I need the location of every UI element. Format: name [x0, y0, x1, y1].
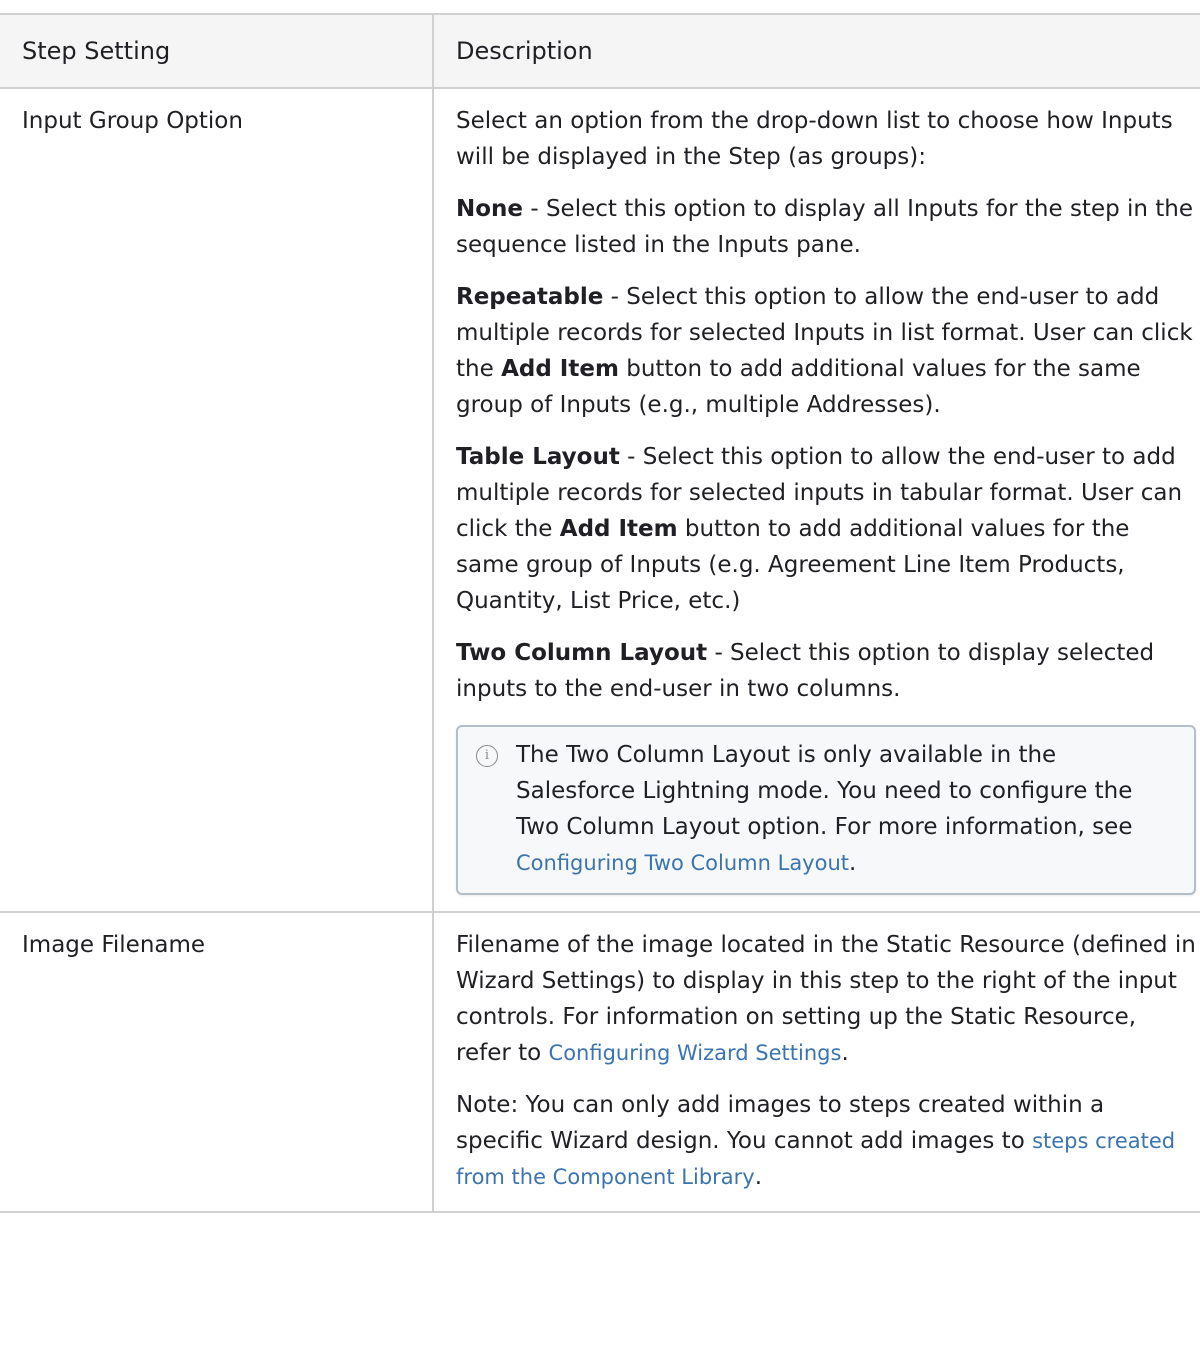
description-text: Filename of the image located in the Sta…	[456, 927, 1196, 1071]
setting-description: Select an option from the drop-down list…	[432, 87, 1200, 913]
option-repeatable: Repeatable - Select this option to allow…	[456, 279, 1196, 423]
table-header-row: Step Setting Description	[0, 13, 1200, 89]
option-name: None	[456, 196, 524, 222]
option-name: Two Column Layout	[456, 640, 708, 666]
add-item-label: Add Item	[559, 516, 678, 542]
option-table-layout: Table Layout - Select this option to all…	[456, 439, 1196, 619]
description-suffix: .	[841, 1040, 849, 1066]
table-row: Image Filename Filename of the image loc…	[0, 911, 1200, 1213]
setting-name: Input Group Option	[0, 87, 434, 913]
option-text: - Select this option to display all Inpu…	[456, 196, 1194, 258]
option-name: Repeatable	[456, 284, 604, 310]
option-none: None - Select this option to display all…	[456, 191, 1196, 263]
configuring-two-column-layout-link[interactable]: Configuring Two Column Layout	[516, 851, 849, 875]
info-note: i The Two Column Layout is only availabl…	[456, 725, 1196, 895]
info-icon: i	[476, 745, 498, 767]
table-row: Input Group Option Select an option from…	[0, 87, 1200, 913]
setting-description: Filename of the image located in the Sta…	[432, 911, 1200, 1213]
note-paragraph: Note: You can only add images to steps c…	[456, 1087, 1196, 1195]
note-text: The Two Column Layout is only available …	[516, 737, 1176, 881]
note-suffix: .	[754, 1164, 763, 1190]
note-body: The Two Column Layout is only available …	[516, 742, 1133, 840]
setting-name: Image Filename	[0, 911, 434, 1213]
column-header-description: Description	[432, 13, 1200, 89]
add-item-label: Add Item	[501, 356, 619, 382]
option-name: Table Layout	[456, 444, 620, 470]
column-header-step-setting: Step Setting	[0, 13, 434, 89]
option-two-column-layout: Two Column Layout - Select this option t…	[456, 635, 1196, 707]
configuring-wizard-settings-link[interactable]: Configuring Wizard Settings	[549, 1041, 842, 1065]
description-intro: Select an option from the drop-down list…	[456, 108, 1173, 170]
settings-table: Step Setting Description Input Group Opt…	[0, 13, 1200, 1213]
note-body: Note: You can only add images to steps c…	[456, 1092, 1105, 1154]
note-suffix: .	[849, 850, 857, 876]
